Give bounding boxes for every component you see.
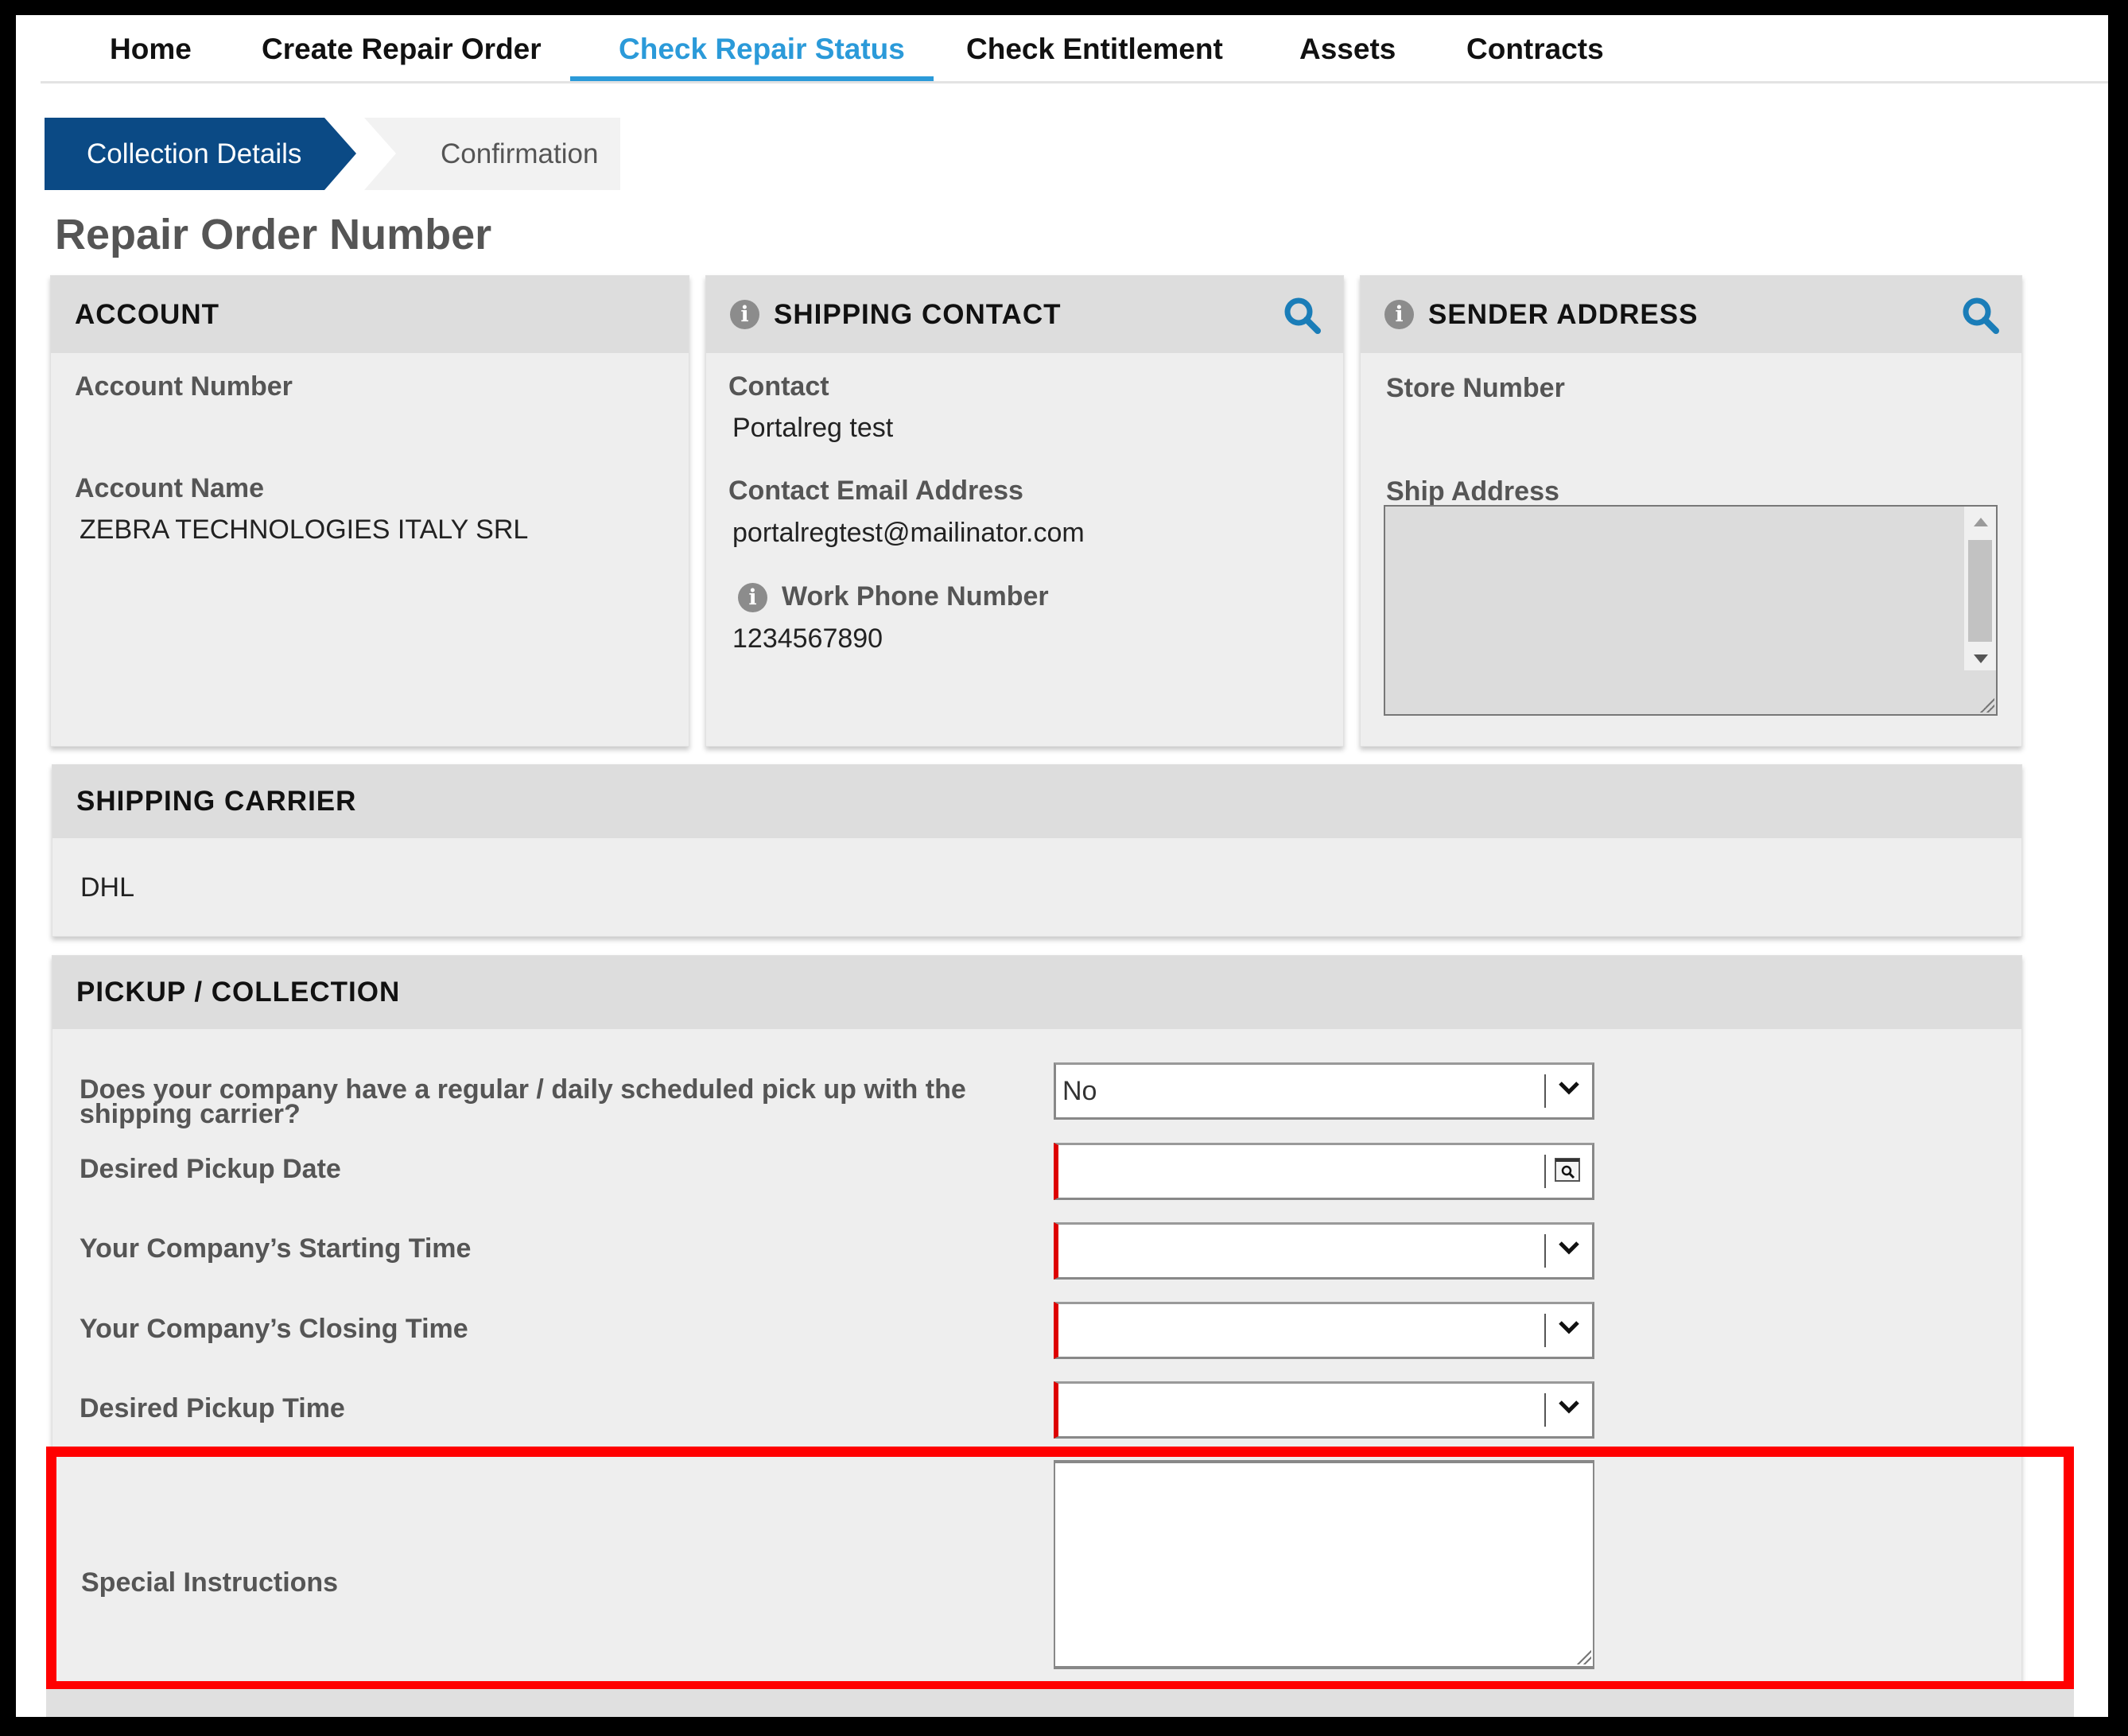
divider bbox=[1544, 1074, 1546, 1108]
search-icon[interactable] bbox=[1960, 295, 2002, 336]
work-phone-label: Work Phone Number bbox=[782, 581, 1049, 612]
card-title: SENDER ADDRESS bbox=[1428, 298, 1699, 330]
starting-time-select[interactable] bbox=[1054, 1222, 1594, 1280]
nav-check-entitlement[interactable]: Check Entitlement bbox=[966, 33, 1223, 66]
chevron-down-icon[interactable] bbox=[1557, 1236, 1581, 1260]
card-title: SHIPPING CONTACT bbox=[774, 298, 1062, 330]
page-title: Repair Order Number bbox=[55, 211, 492, 258]
contact-value: Portalreg test bbox=[732, 413, 894, 443]
shipping-contact-card: i SHIPPING CONTACT Contact Portalreg tes… bbox=[705, 275, 1344, 747]
scrollbar-thumb[interactable] bbox=[1968, 540, 1992, 642]
special-instructions-label: Special Instructions bbox=[81, 1567, 339, 1598]
account-card: ACCOUNT Account Number Account Name ZEBR… bbox=[50, 275, 689, 747]
top-nav: Home Create Repair Order Check Repair St… bbox=[41, 15, 2108, 83]
divider bbox=[1544, 1234, 1546, 1268]
info-icon[interactable]: i bbox=[738, 583, 767, 612]
contact-email-value: portalregtest@mailinator.com bbox=[732, 518, 1085, 548]
scrollbar[interactable] bbox=[1964, 507, 1996, 670]
resize-grip-icon[interactable] bbox=[1575, 1649, 1591, 1664]
card-title: PICKUP / COLLECTION bbox=[76, 977, 401, 1008]
card-header: ACCOUNT bbox=[51, 276, 689, 353]
resize-grip-icon[interactable] bbox=[1978, 697, 1994, 713]
ship-address-textarea[interactable] bbox=[1384, 505, 1998, 716]
card-title: ACCOUNT bbox=[75, 298, 219, 330]
sender-address-card: i SENDER ADDRESS Store Number Ship Addre… bbox=[1360, 275, 2022, 747]
desired-pickup-time-label: Desired Pickup Time bbox=[80, 1393, 345, 1423]
nav-contracts[interactable]: Contracts bbox=[1466, 33, 1604, 66]
closing-time-select[interactable] bbox=[1054, 1302, 1594, 1359]
page: Home Create Repair Order Check Repair St… bbox=[16, 15, 2108, 1717]
shipping-carrier-card: SHIPPING CARRIER DHL bbox=[52, 764, 2022, 937]
scroll-down-arrow-icon[interactable] bbox=[1974, 654, 1988, 663]
card-title: SHIPPING CARRIER bbox=[76, 786, 357, 817]
ship-address-label: Ship Address bbox=[1386, 476, 1559, 507]
desired-pickup-date-label: Desired Pickup Date bbox=[80, 1154, 341, 1184]
work-phone-value: 1234567890 bbox=[732, 623, 883, 654]
label-line: shipping carrier? bbox=[80, 1099, 301, 1129]
account-name-value: ZEBRA TECHNOLOGIES ITALY SRL bbox=[80, 515, 529, 545]
step-label: Confirmation bbox=[441, 138, 599, 169]
nav-create-repair-order[interactable]: Create Repair Order bbox=[262, 33, 542, 66]
special-instructions-textarea[interactable] bbox=[1054, 1460, 1594, 1669]
closing-time-label: Your Company’s Closing Time bbox=[80, 1314, 468, 1344]
card-header: i SHIPPING CONTACT bbox=[706, 276, 1343, 353]
regular-pickup-label: Does your company have a regular / daily… bbox=[80, 1076, 966, 1129]
info-icon[interactable]: i bbox=[1384, 300, 1414, 329]
next-section-card bbox=[46, 1689, 2074, 1717]
scroll-up-arrow-icon[interactable] bbox=[1974, 518, 1988, 526]
search-icon[interactable] bbox=[1282, 295, 1323, 336]
nav-active-underline bbox=[570, 76, 934, 81]
store-number-label: Store Number bbox=[1386, 373, 1565, 403]
calendar-icon[interactable] bbox=[1554, 1156, 1581, 1183]
contact-label: Contact bbox=[728, 371, 829, 402]
divider bbox=[1544, 1314, 1546, 1347]
card-header: i SENDER ADDRESS bbox=[1361, 276, 2021, 353]
step-label: Collection Details bbox=[87, 138, 302, 169]
account-number-label: Account Number bbox=[75, 371, 293, 402]
contact-email-label: Contact Email Address bbox=[728, 476, 1023, 506]
desired-pickup-date-input[interactable] bbox=[1054, 1143, 1594, 1200]
shipping-carrier-value: DHL bbox=[80, 872, 135, 903]
step-confirmation: Confirmation bbox=[364, 118, 620, 190]
nav-check-repair-status[interactable]: Check Repair Status bbox=[619, 33, 905, 66]
select-value: No bbox=[1062, 1076, 1097, 1106]
chevron-down-icon[interactable] bbox=[1557, 1395, 1581, 1419]
card-header: PICKUP / COLLECTION bbox=[52, 956, 2021, 1029]
card-header: SHIPPING CARRIER bbox=[52, 765, 2021, 838]
step-collection-details: Collection Details bbox=[45, 118, 356, 190]
nav-assets[interactable]: Assets bbox=[1299, 33, 1396, 66]
nav-home[interactable]: Home bbox=[110, 33, 192, 66]
info-icon[interactable]: i bbox=[730, 300, 759, 329]
desired-pickup-time-select[interactable] bbox=[1054, 1381, 1594, 1439]
starting-time-label: Your Company’s Starting Time bbox=[80, 1233, 472, 1264]
regular-pickup-select[interactable]: No bbox=[1054, 1062, 1594, 1120]
chevron-down-icon[interactable] bbox=[1557, 1076, 1581, 1100]
divider bbox=[1544, 1155, 1546, 1188]
chevron-down-icon[interactable] bbox=[1557, 1315, 1581, 1339]
divider bbox=[1544, 1393, 1546, 1427]
account-name-label: Account Name bbox=[75, 473, 265, 503]
